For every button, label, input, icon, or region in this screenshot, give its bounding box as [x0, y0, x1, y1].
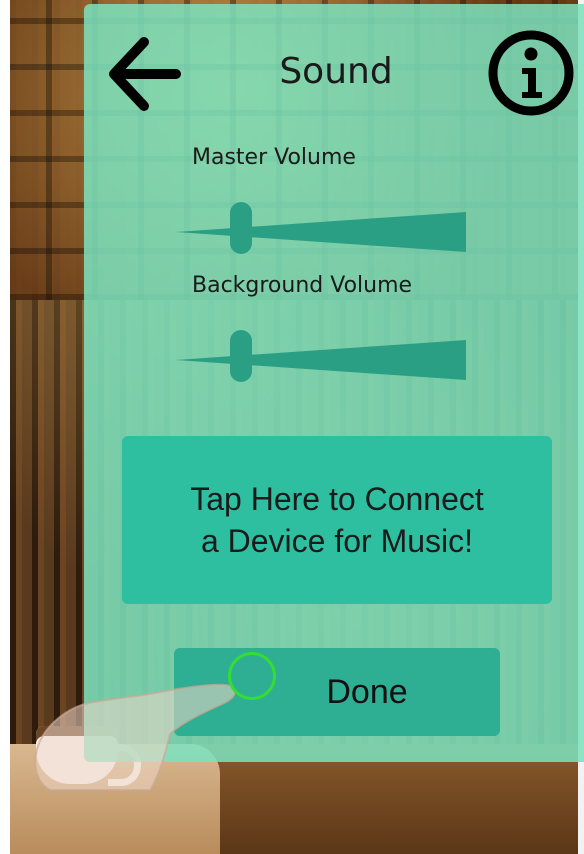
done-label: Done — [326, 672, 408, 711]
connect-device-button[interactable]: Tap Here to Connect a Device for Music! — [122, 436, 552, 604]
back-button[interactable] — [106, 36, 182, 112]
connect-device-label: Tap Here to Connect a Device for Music! — [190, 481, 484, 559]
info-button[interactable] — [486, 28, 576, 118]
info-circle-icon — [488, 30, 574, 116]
tap-indicator — [228, 652, 276, 700]
background-volume-track — [176, 340, 466, 380]
background-volume-label: Background Volume — [192, 273, 413, 298]
arrow-left-icon — [109, 37, 181, 111]
done-button[interactable]: Done — [174, 648, 500, 736]
master-volume-track — [176, 212, 466, 252]
master-volume-slider[interactable] — [176, 202, 468, 258]
page-title: Sound — [279, 51, 393, 92]
master-volume-label: Master Volume — [192, 145, 356, 170]
background-volume-slider[interactable] — [176, 330, 468, 386]
left-edge — [0, 0, 10, 854]
background-volume-thumb[interactable] — [230, 330, 252, 382]
master-volume-thumb[interactable] — [230, 202, 252, 254]
